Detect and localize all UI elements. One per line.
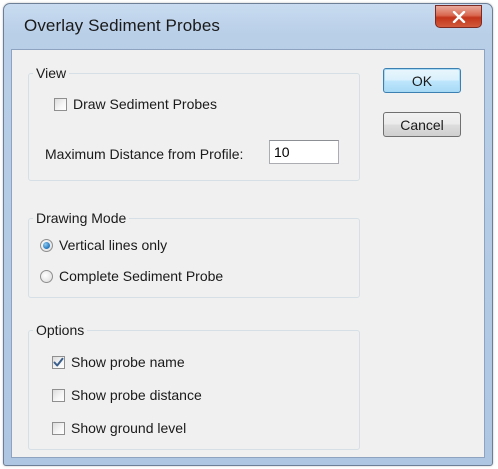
show-probe-distance-label: Show probe distance (71, 387, 202, 403)
max-distance-input[interactable]: 10 (269, 140, 339, 164)
radio-complete-probe[interactable] (40, 269, 53, 283)
show-ground-level-label: Show ground level (71, 420, 187, 436)
radio-complete-probe-row[interactable]: Complete Sediment Probe (40, 268, 223, 284)
window-title: Overlay Sediment Probes (24, 16, 220, 35)
radio-vertical-lines-row[interactable]: Vertical lines only (40, 237, 167, 253)
radio-complete-probe-label: Complete Sediment Probe (59, 268, 224, 284)
radio-selected-dot (43, 241, 50, 249)
show-probe-distance-row[interactable]: Show probe distance (52, 387, 202, 403)
drawing-mode-group-title: Drawing Mode (33, 209, 130, 227)
draw-probes-label: Draw Sediment Probes (73, 96, 217, 112)
show-ground-level-row[interactable]: Show ground level (52, 420, 186, 436)
show-probe-name-row[interactable]: Show probe name (52, 354, 185, 370)
show-probe-distance-checkbox[interactable] (52, 388, 65, 402)
draw-probes-checkbox-row[interactable]: Draw Sediment Probes (54, 96, 217, 112)
draw-probes-checkbox[interactable] (54, 97, 67, 111)
max-distance-label-row: Maximum Distance from Profile: (45, 146, 243, 162)
view-group-title: View (33, 64, 70, 82)
show-ground-level-checkbox[interactable] (52, 421, 65, 435)
options-group-title: Options (33, 321, 88, 339)
radio-vertical-lines[interactable] (40, 238, 53, 252)
cancel-button[interactable]: Cancel (383, 112, 461, 137)
close-button[interactable] (435, 5, 482, 28)
view-group: View Draw Sediment Probes Maximum Distan… (28, 64, 360, 181)
radio-vertical-lines-label: Vertical lines only (59, 237, 168, 253)
options-group: Options Show probe name Show probe dista… (28, 321, 360, 450)
checkmark-icon (53, 357, 64, 366)
drawing-mode-group: Drawing Mode Vertical lines only Complet… (28, 209, 360, 298)
max-distance-label: Maximum Distance from Profile: (45, 146, 244, 162)
close-icon (452, 10, 465, 23)
show-probe-name-label: Show probe name (71, 354, 185, 370)
dialog-window: Overlay Sediment Probes View Draw Sedime… (3, 3, 493, 466)
ok-button[interactable]: OK (383, 68, 461, 93)
dialog-body: View Draw Sediment Probes Maximum Distan… (11, 49, 485, 458)
title-bar[interactable]: Overlay Sediment Probes (4, 4, 492, 50)
show-probe-name-checkbox[interactable] (52, 355, 65, 369)
